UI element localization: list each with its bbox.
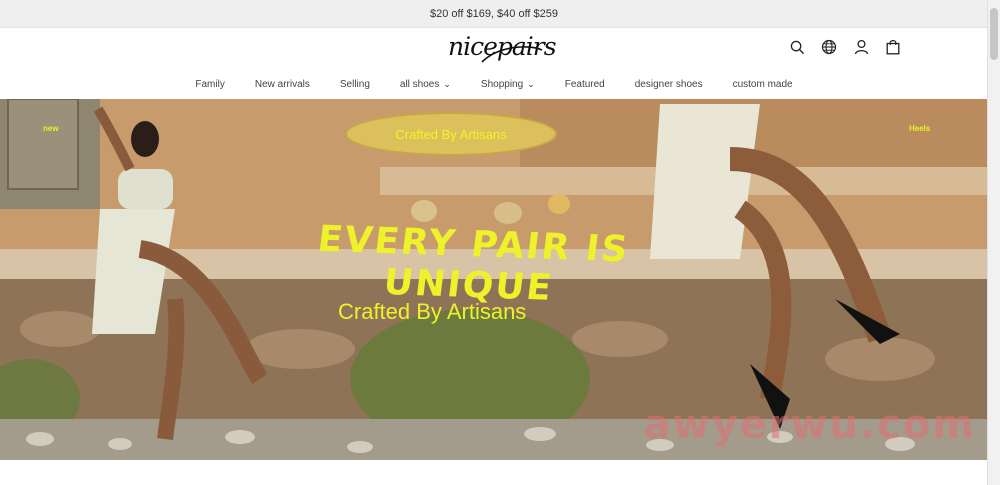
site-header: nicepairs Family New arrivals Selling al… [0, 28, 988, 98]
nav-selling[interactable]: Selling [325, 79, 385, 90]
nav-custom-made[interactable]: custom made [718, 79, 808, 90]
bag-icon[interactable] [884, 38, 902, 56]
hero-corner-heels[interactable]: Heels [909, 124, 930, 133]
main-nav: Family New arrivals Selling all shoes ⌄ S… [0, 72, 988, 96]
header-icons [788, 38, 902, 56]
nav-family[interactable]: Family [180, 79, 239, 90]
hero-banner[interactable]: new Heels Crafted By Artisans EVERY PAIR… [0, 99, 988, 460]
nav-shopping[interactable]: Shopping ⌄ [466, 79, 550, 90]
user-icon[interactable] [852, 38, 870, 56]
page-scrollbar[interactable] [987, 0, 1000, 485]
nav-designer-shoes[interactable]: designer shoes [620, 79, 718, 90]
search-icon[interactable] [788, 38, 806, 56]
globe-icon[interactable] [820, 38, 838, 56]
nav-new-arrivals[interactable]: New arrivals [240, 79, 325, 90]
scrollbar-thumb[interactable] [990, 8, 998, 60]
hero-subline: Crafted By Artisans [338, 299, 527, 324]
brand-logo[interactable]: nicepairs [448, 32, 557, 66]
hero-corner-new[interactable]: new [43, 124, 59, 133]
nav-all-shoes[interactable]: all shoes ⌄ [385, 79, 466, 90]
promo-text: $20 off $169, $40 off $259 [429, 7, 559, 20]
nav-featured[interactable]: Featured [550, 79, 620, 90]
promo-bar: $20 off $169, $40 off $259 [0, 0, 988, 28]
chevron-down-icon: ⌄ [443, 78, 451, 89]
content-start [0, 460, 988, 485]
crafted-pill-button[interactable]: Crafted By Artisans [345, 112, 557, 156]
watermark: awyerwu.com [643, 402, 976, 448]
chevron-down-icon: ⌄ [527, 78, 535, 89]
